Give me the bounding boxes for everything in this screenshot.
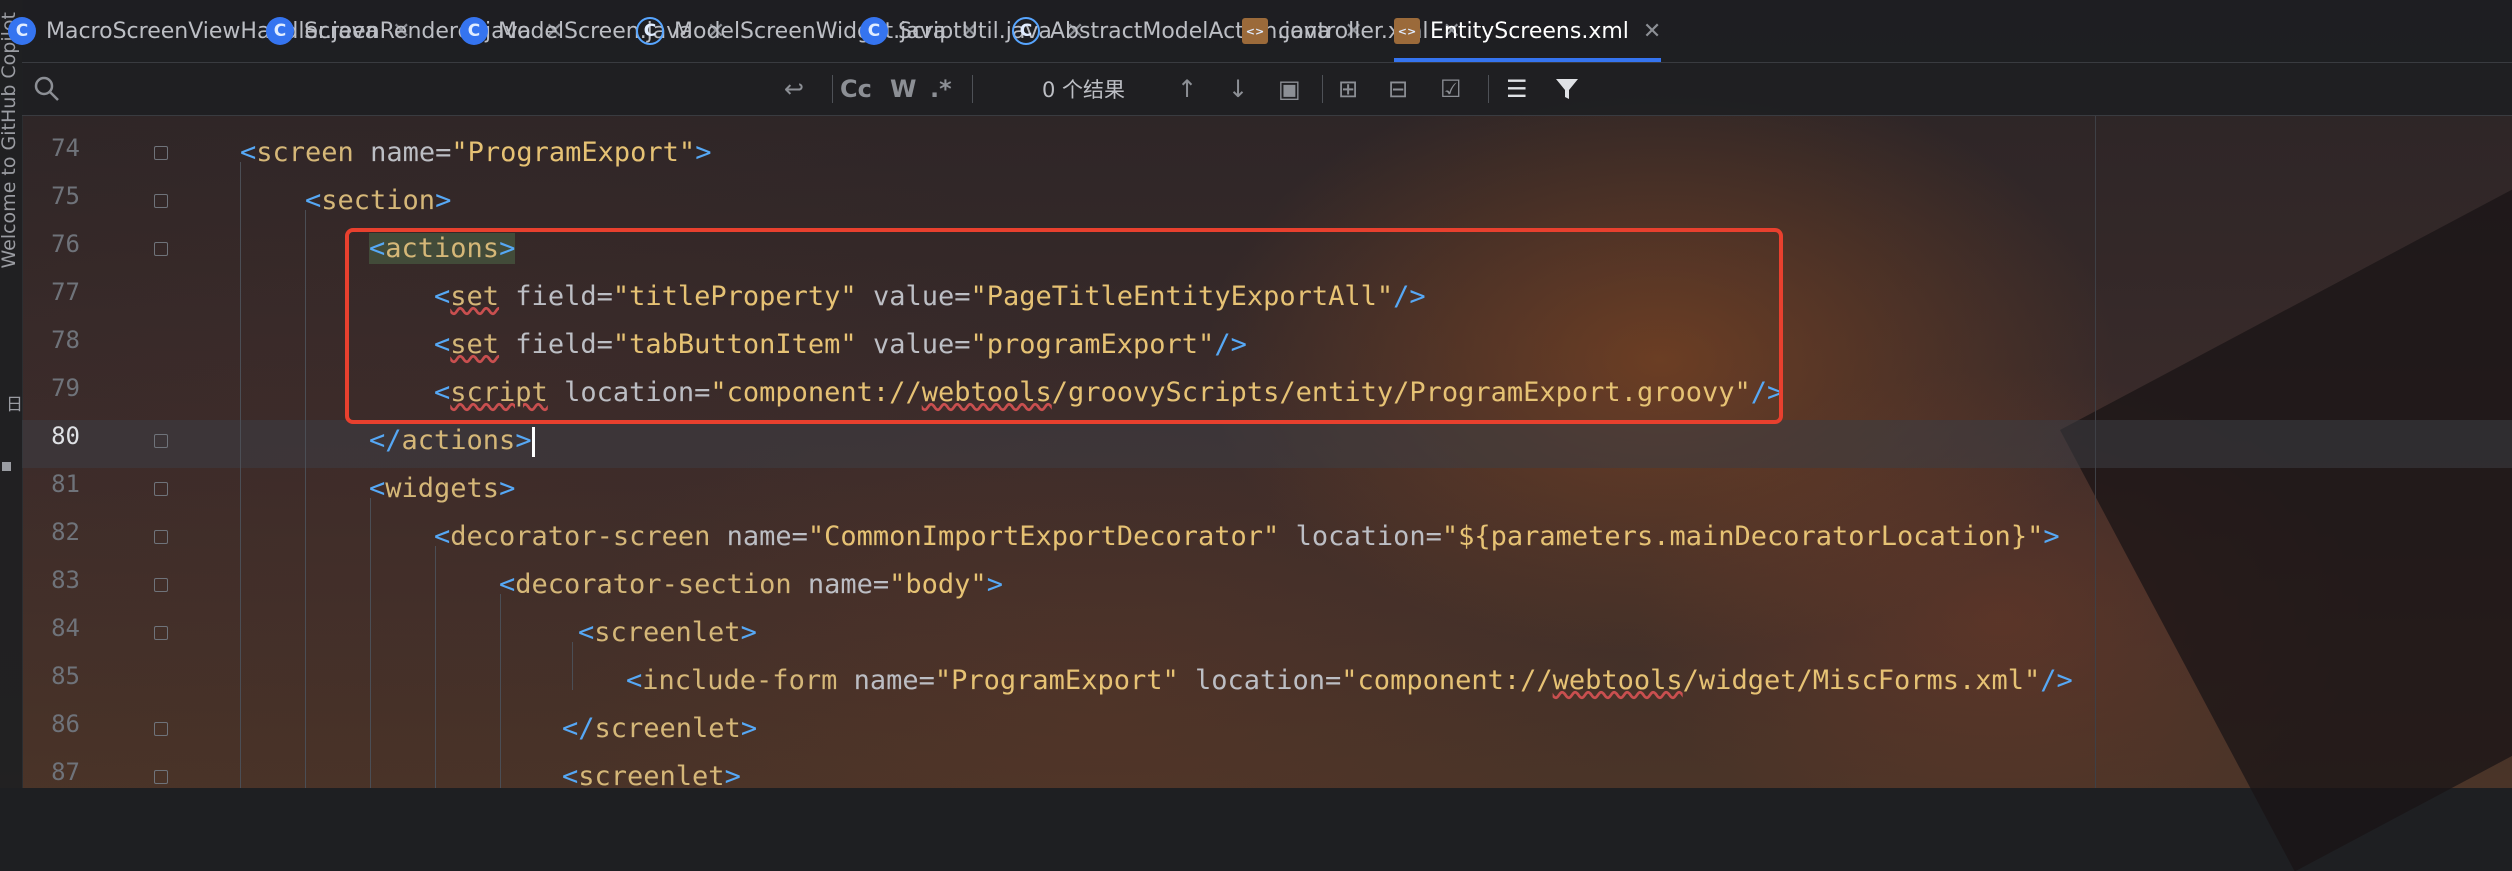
code-line-80: </actions> — [369, 417, 535, 465]
search-result-count: 0 个结果 — [1042, 78, 1126, 102]
highlight-annotation-box — [345, 228, 1783, 424]
fold-marker-icon[interactable] — [154, 578, 168, 592]
replace-icon[interactable]: ↩ — [784, 63, 804, 115]
code-line-75: <section> — [305, 185, 452, 216]
filter-lines-icon[interactable]: ☰ — [1506, 63, 1528, 115]
fold-marker-icon[interactable] — [154, 146, 168, 160]
line-number: 87 — [51, 758, 80, 786]
remove-occurrence-icon[interactable]: ⊟ — [1388, 63, 1408, 115]
fold-marker-icon[interactable] — [154, 770, 168, 784]
fold-marker-icon[interactable] — [154, 722, 168, 736]
line-number: 86 — [51, 710, 80, 738]
add-occurrence-icon[interactable]: ⊞ — [1338, 63, 1358, 115]
filter-icon[interactable] — [1554, 63, 1580, 115]
match-case-toggle[interactable]: Cc — [840, 63, 872, 115]
fold-marker-icon[interactable] — [154, 530, 168, 544]
code-line-74: <screen name="ProgramExport"> — [240, 137, 712, 168]
code-line-83: <decorator-section name="body"> — [499, 569, 1003, 600]
line-number-current: 80 — [51, 422, 80, 450]
java-class-icon: C — [266, 17, 294, 45]
java-class-icon: C — [636, 17, 664, 45]
line-number: 75 — [51, 182, 80, 210]
xml-file-icon: <> — [1242, 18, 1268, 44]
left-tool-strip: Welcome to GitHub Copilot 日 — [0, 0, 23, 788]
line-number: 74 — [51, 134, 80, 162]
tab-entityscreens-xml[interactable]: <> EntityScreens.xml ✕ — [1394, 0, 1662, 62]
find-toolbar: ↩ Cc W .* 0 个结果 ↑ ↓ ▣ ⊞ ⊟ ☑ ☰ — [22, 63, 2512, 116]
xml-file-icon: <> — [1394, 18, 1420, 44]
fold-marker-icon[interactable] — [154, 626, 168, 640]
line-number: 78 — [51, 326, 80, 354]
code-line-86: </screenlet> — [562, 713, 758, 744]
line-number: 85 — [51, 662, 80, 690]
code-line-81: <widgets> — [369, 473, 516, 504]
java-class-icon: C — [460, 17, 488, 45]
java-class-icon: C — [1012, 17, 1040, 45]
line-number-gutter: 74 75 76 77 78 79 80 81 82 83 84 85 86 8… — [22, 116, 172, 788]
close-icon[interactable]: ✕ — [1643, 19, 1661, 44]
arrow-down-icon[interactable]: ↓ — [1228, 63, 1248, 115]
stop-icon[interactable] — [2, 462, 11, 471]
search-icon[interactable] — [32, 63, 62, 115]
tab-label: EntityScreens.xml — [1430, 18, 1629, 44]
code-line-82: <decorator-screen name="CommonImportExpo… — [434, 521, 2060, 552]
code-editor[interactable]: <screen name="ProgramExport"> <section> … — [172, 116, 2512, 792]
select-all-icon[interactable]: ☑ — [1440, 63, 1462, 115]
line-number: 79 — [51, 374, 80, 402]
fold-marker-icon[interactable] — [154, 242, 168, 256]
regex-toggle[interactable]: .* — [930, 63, 952, 115]
whole-word-toggle[interactable]: W — [890, 63, 916, 115]
editor-tab-bar: C MacroScreenViewHandler.java ✕ C Screen… — [8, 0, 2512, 63]
line-number: 76 — [51, 230, 80, 258]
code-line-85: <include-form name="ProgramExport" locat… — [626, 665, 2073, 696]
text-caret — [531, 426, 535, 457]
line-number: 82 — [51, 518, 80, 546]
code-line-84: <screenlet> — [578, 617, 757, 648]
arrow-up-icon[interactable]: ↑ — [1177, 63, 1197, 115]
java-class-icon: C — [860, 17, 888, 45]
java-class-icon: C — [8, 17, 36, 45]
line-number: 77 — [51, 278, 80, 306]
code-line-87: <screenlet> — [562, 761, 741, 792]
fold-marker-icon[interactable] — [154, 434, 168, 448]
line-number: 81 — [51, 470, 80, 498]
line-number: 84 — [51, 614, 80, 642]
select-all-occurrences-icon[interactable]: ▣ — [1278, 63, 1301, 115]
fold-marker-icon[interactable] — [154, 482, 168, 496]
fold-marker-icon[interactable] — [154, 194, 168, 208]
line-number: 83 — [51, 566, 80, 594]
